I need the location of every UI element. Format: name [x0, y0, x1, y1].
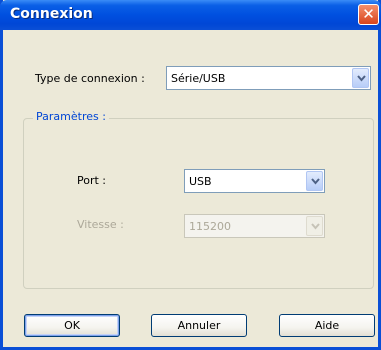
cancel-button[interactable]: Annuler [151, 314, 247, 337]
ok-button[interactable]: OK [24, 314, 120, 337]
title-bar[interactable]: Connexion ✕ [0, 0, 381, 30]
connection-type-label: Type de connexion : [35, 72, 145, 85]
connection-type-select[interactable]: Série/USB [166, 66, 371, 90]
connexion-dialog: Connexion ✕ Type de connexion : Série/US… [0, 0, 381, 350]
parameters-group-legend: Paramètres : [33, 110, 109, 123]
chevron-down-icon [311, 178, 320, 185]
port-dropdown-button[interactable] [306, 171, 323, 191]
connection-type-value: Série/USB [171, 72, 226, 85]
port-select[interactable]: USB [184, 169, 325, 193]
connection-type-dropdown-button[interactable] [352, 68, 369, 88]
parameters-group [23, 118, 374, 289]
speed-label: Vitesse : [77, 218, 124, 231]
help-button[interactable]: Aide [279, 314, 375, 337]
port-value: USB [189, 175, 212, 188]
speed-select: 115200 [184, 214, 325, 238]
speed-value: 115200 [189, 220, 231, 233]
window-title: Connexion [10, 6, 93, 22]
close-button[interactable]: ✕ [358, 4, 379, 25]
speed-dropdown-button [306, 216, 323, 236]
chevron-down-icon [357, 75, 366, 82]
port-label: Port : [77, 174, 107, 187]
close-icon: ✕ [362, 5, 375, 23]
chevron-down-icon [311, 223, 320, 230]
